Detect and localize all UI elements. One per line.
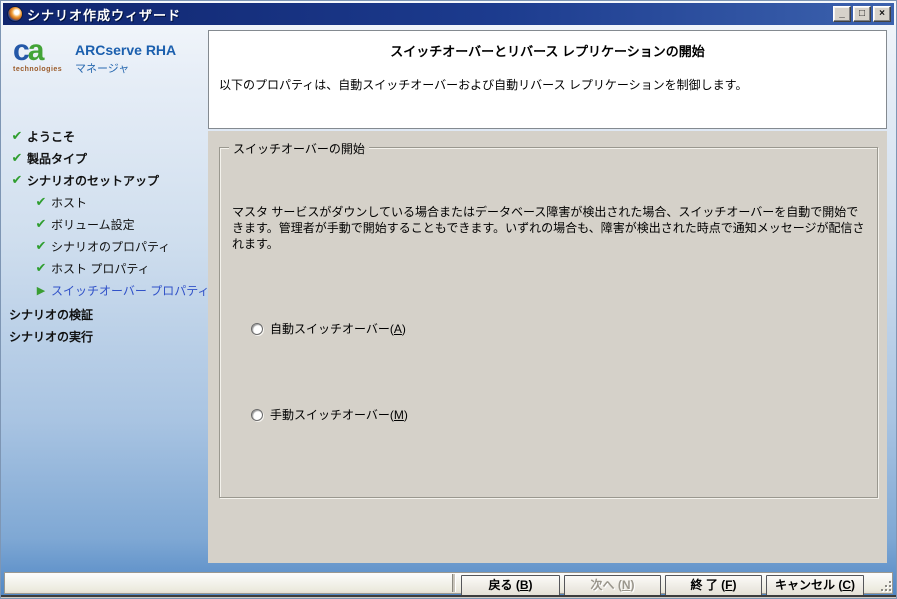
groupbox-description: マスタ サービスがダウンしている場合またはデータベース障害が検出された場合、スイ… — [232, 205, 865, 251]
check-icon: ✔ — [11, 128, 23, 143]
minimize-button[interactable]: _ — [833, 6, 851, 22]
ca-logo: ca technologies — [13, 36, 65, 82]
step-volume-settings: ✔ ボリューム設定 — [31, 216, 135, 232]
step-scenario-setup: ✔ シナリオのセットアップ — [7, 172, 159, 188]
check-icon: ✔ — [35, 194, 47, 209]
cancel-button[interactable]: キャンセル (C) — [766, 575, 864, 596]
check-icon: ✔ — [35, 238, 47, 253]
check-icon: ✔ — [35, 260, 47, 275]
brand-block: ca technologies ARCserve RHA マネージャ — [13, 36, 176, 82]
auto-switchover-label[interactable]: 自動スイッチオーバー(A) — [270, 320, 406, 337]
page-header: スイッチオーバーとリバース レプリケーションの開始 以下のプロパティは、自動スイ… — [208, 30, 887, 129]
switchover-groupbox: スイッチオーバーの開始 マスタ サービスがダウンしている場合またはデータベース障… — [219, 140, 878, 498]
statusbar-divider — [453, 574, 455, 592]
current-step-arrow-icon: ▶ — [36, 284, 46, 297]
check-icon: ✔ — [35, 216, 47, 231]
logo-letter-c: c — [13, 34, 30, 67]
check-icon: ✔ — [11, 172, 23, 187]
resize-grip[interactable] — [879, 579, 893, 593]
logo-subtext: technologies — [13, 66, 63, 73]
step-product-type: ✔ 製品タイプ — [7, 150, 87, 166]
close-button[interactable]: × — [873, 6, 891, 22]
page-description: 以下のプロパティは、自動スイッチオーバーおよび自動リバース レプリケーションを制… — [219, 78, 748, 92]
logo-letter-a: a — [27, 34, 45, 67]
wizard-sidebar: ca technologies ARCserve RHA マネージャ ✔ ようこ… — [1, 26, 210, 564]
manual-switchover-radio[interactable] — [251, 408, 263, 421]
next-button[interactable]: 次へ (N) — [564, 575, 661, 596]
content-panel: スイッチオーバーの開始 マスタ サービスがダウンしている場合またはデータベース障… — [208, 131, 887, 563]
step-switchover-properties-current: ▶ スイッチオーバー プロパティ — [31, 282, 210, 298]
groupbox-title: スイッチオーバーの開始 — [229, 140, 369, 157]
app-icon — [7, 6, 23, 22]
step-welcome: ✔ ようこそ — [7, 128, 75, 144]
check-icon: ✔ — [11, 150, 23, 165]
step-host-properties: ✔ ホスト プロパティ — [31, 260, 150, 276]
window-title: シナリオ作成ウィザード — [27, 7, 182, 23]
back-button[interactable]: 戻る (B) — [461, 575, 560, 596]
step-scenario-run: シナリオの実行 — [9, 329, 94, 344]
page-title: スイッチオーバーとリバース レプリケーションの開始 — [390, 44, 705, 59]
step-host: ✔ ホスト — [31, 194, 87, 210]
auto-switchover-radio-row[interactable]: 自動スイッチオーバー(A) — [251, 320, 406, 337]
product-subtitle: マネージャ — [75, 63, 130, 75]
manual-switchover-label[interactable]: 手動スイッチオーバー(M) — [270, 406, 408, 423]
step-scenario-verification: シナリオの検証 — [9, 307, 94, 322]
product-name: ARCserve RHA — [75, 42, 177, 58]
auto-switchover-radio[interactable] — [251, 322, 263, 335]
title-bar[interactable]: シナリオ作成ウィザード _ □ × — [3, 3, 894, 25]
step-scenario-properties: ✔ シナリオのプロパティ — [31, 238, 171, 254]
finish-button[interactable]: 終 了 (F) — [665, 575, 762, 596]
manual-switchover-radio-row[interactable]: 手動スイッチオーバー(M) — [251, 406, 408, 423]
wizard-window: シナリオ作成ウィザード _ □ × ca technologies ARCser… — [0, 0, 897, 599]
maximize-button[interactable]: □ — [853, 6, 871, 22]
window-bottom-frame — [1, 597, 896, 598]
